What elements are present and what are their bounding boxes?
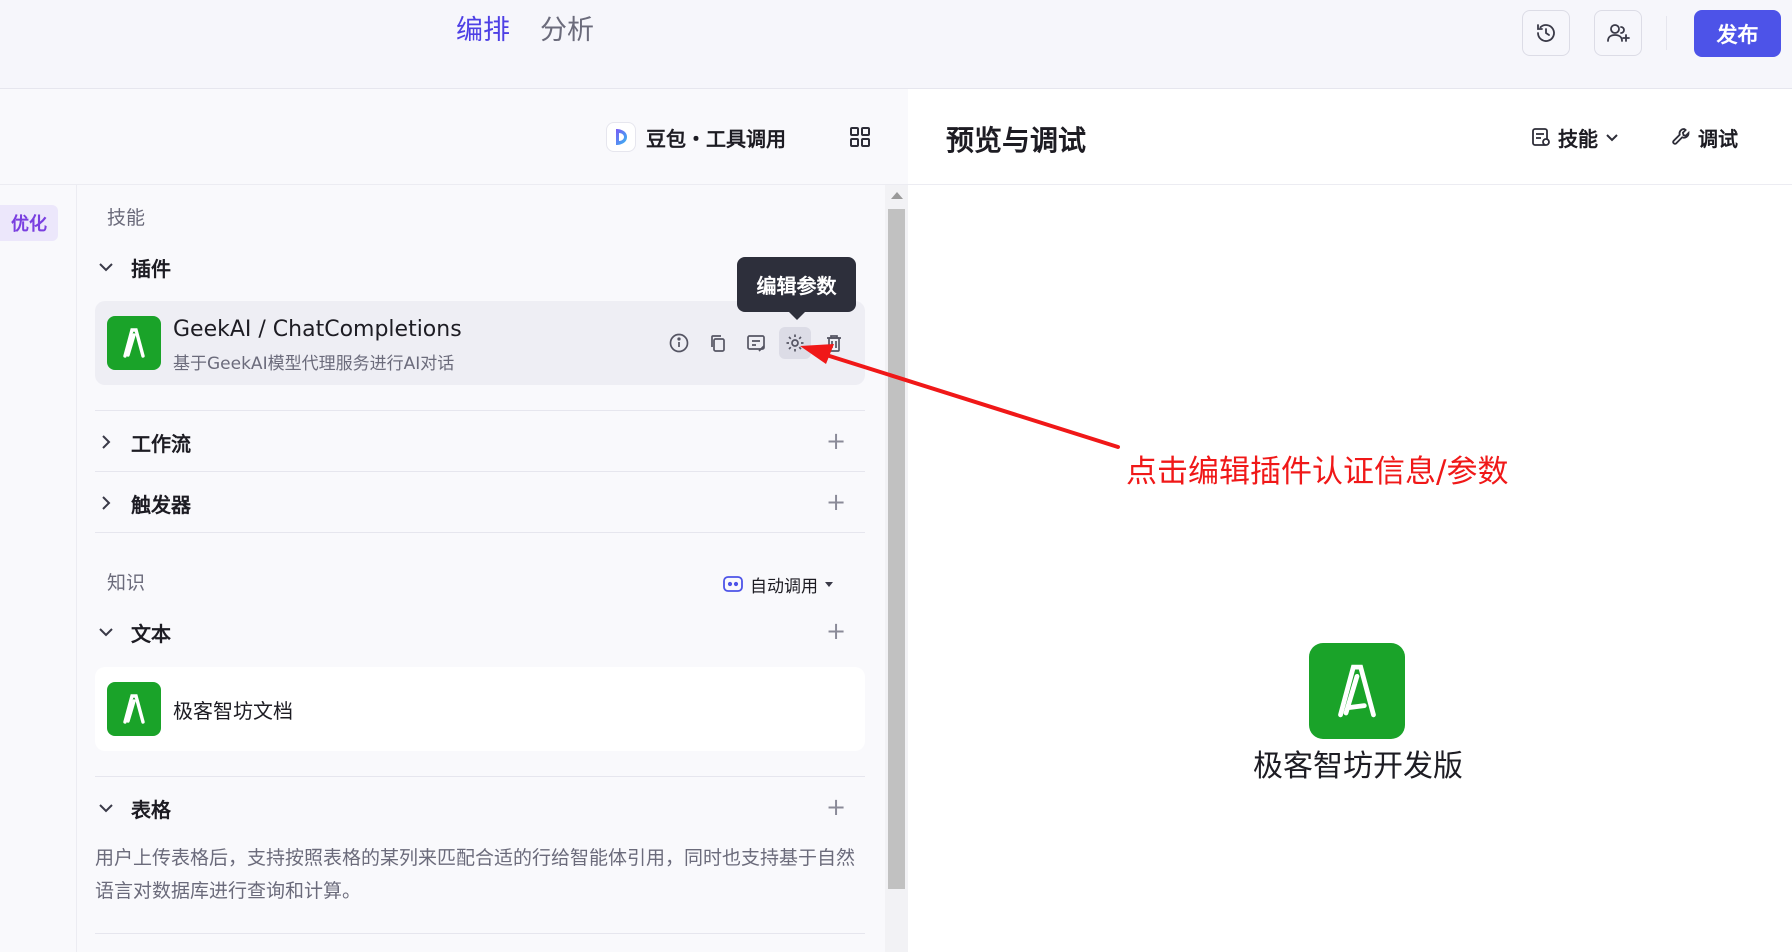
info-icon	[669, 333, 689, 353]
header-divider	[1666, 16, 1667, 50]
model-selector[interactable]: 豆包・工具调用	[606, 117, 786, 157]
skills-dropdown[interactable]: 技能	[1530, 121, 1620, 153]
plugins-title: 插件	[131, 256, 171, 281]
auto-call-label: 自动调用	[750, 576, 818, 597]
robot-icon	[723, 576, 743, 592]
top-bar: 编排 分析 发布	[0, 0, 1792, 89]
scroll-thumb[interactable]	[888, 209, 905, 889]
chevron-right-icon	[102, 435, 111, 449]
plugin-settings-button[interactable]	[779, 327, 811, 359]
add-table-button[interactable]: +	[825, 795, 847, 819]
tab-analyze[interactable]: 分析	[540, 12, 594, 50]
table-title: 表格	[131, 797, 171, 822]
debug-label: 调试	[1698, 126, 1738, 151]
add-text-button[interactable]: +	[825, 619, 847, 643]
left-subheader: 豆包・工具调用	[0, 89, 908, 185]
model-name: 豆包・工具调用	[646, 126, 786, 151]
add-trigger-button[interactable]: +	[825, 490, 847, 514]
edit-note-icon	[747, 335, 765, 352]
workflow-group-header[interactable]: 工作流 +	[95, 424, 865, 460]
knowledge-section-label: 知识	[107, 572, 146, 594]
add-collaborator-icon	[1607, 24, 1630, 42]
scroll-up-arrow[interactable]	[891, 192, 903, 199]
publish-button[interactable]: 发布	[1694, 10, 1781, 57]
history-icon	[1537, 24, 1555, 42]
plugin-name: GeekAI / ChatCompletions	[173, 317, 462, 342]
layout-toggle-button[interactable]	[848, 125, 874, 151]
text-title: 文本	[131, 621, 171, 646]
chevron-down-icon	[1606, 134, 1618, 142]
doubao-logo-icon	[606, 122, 636, 152]
divider	[95, 410, 865, 411]
text-group-header[interactable]: 文本 +	[95, 614, 865, 650]
divider	[95, 532, 865, 533]
plugin-description: 基于GeekAI模型代理服务进行AI对话	[173, 354, 455, 374]
copy-icon	[711, 335, 725, 352]
trigger-title: 触发器	[131, 492, 191, 517]
doc-name: 极客智坊文档	[173, 699, 293, 723]
geekai-logo-icon	[107, 316, 161, 370]
edit-params-tooltip: 编辑参数	[737, 257, 856, 320]
tab-arrange[interactable]: 编排	[456, 12, 510, 50]
plugin-edit-prompt-button[interactable]	[740, 327, 772, 359]
skill-doc-icon	[1532, 128, 1550, 146]
knowledge-doc-item[interactable]: 极客智坊文档	[95, 667, 865, 751]
plugin-item[interactable]: GeekAI / ChatCompletions 基于GeekAI模型代理服务进…	[95, 301, 865, 385]
auto-call-dropdown[interactable]: 自动调用	[722, 570, 834, 598]
debug-button[interactable]: 调试	[1670, 121, 1738, 153]
scrollbar[interactable]	[885, 185, 908, 952]
history-button[interactable]	[1522, 10, 1570, 56]
plugin-info-button[interactable]	[663, 327, 695, 359]
table-description: 用户上传表格后，支持按照表格的某列来匹配合适的行给智能体引用，同时也支持基于自然…	[95, 847, 856, 902]
preview-header: 预览与调试 技能 调试	[908, 89, 1792, 185]
preview-title: 预览与调试	[946, 124, 1087, 157]
add-workflow-button[interactable]: +	[825, 429, 847, 453]
optimize-button[interactable]: 优化	[0, 205, 58, 241]
plugin-copy-button[interactable]	[702, 327, 734, 359]
chevron-down-icon	[99, 628, 113, 637]
grid-icon	[850, 127, 870, 147]
divider	[95, 471, 865, 472]
add-collaborator-button[interactable]	[1594, 10, 1642, 56]
left-gutter	[0, 185, 77, 952]
workflow-title: 工作流	[131, 431, 191, 456]
chevron-down-icon	[99, 263, 113, 272]
divider	[95, 933, 865, 934]
trash-icon	[827, 335, 841, 352]
annotation-text: 点击编辑插件认证信息/参数	[1126, 454, 1509, 490]
skills-dropdown-label: 技能	[1558, 126, 1598, 151]
wrench-icon	[1672, 128, 1690, 145]
geekai-logo-icon	[107, 682, 161, 736]
chevron-down-icon	[99, 804, 113, 813]
chevron-right-icon	[102, 496, 111, 510]
gear-icon	[786, 334, 804, 352]
divider	[95, 776, 865, 777]
trigger-group-header[interactable]: 触发器 +	[95, 485, 865, 521]
bot-name: 极客智坊开发版	[1253, 749, 1463, 784]
skills-section-label: 技能	[107, 207, 146, 229]
caret-down-icon	[825, 582, 833, 587]
preview-panel: 预览与调试 技能 调试	[908, 89, 1792, 952]
bot-avatar-icon	[1309, 643, 1405, 739]
table-group-header[interactable]: 表格 +	[95, 790, 865, 826]
plugin-delete-button[interactable]	[818, 327, 850, 359]
